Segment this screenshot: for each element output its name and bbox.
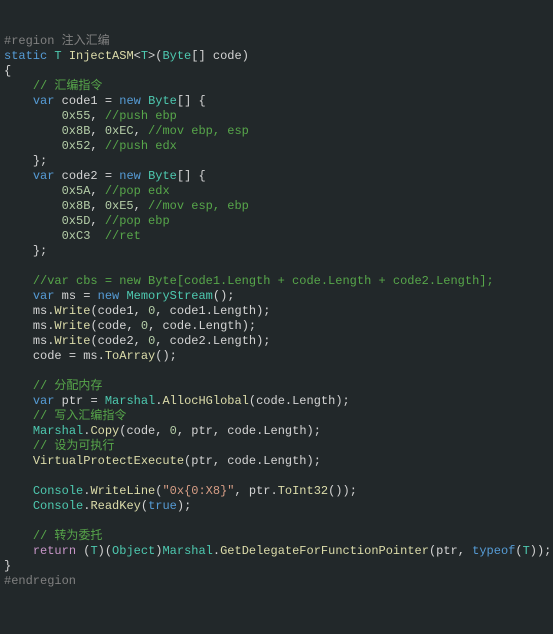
code-block: #region 注入汇编 static T InjectASM<T>(Byte[…	[4, 34, 549, 589]
comment: // 写入汇编指令	[33, 409, 127, 423]
region-label: 注入汇编	[54, 34, 109, 48]
comment: // 汇编指令	[33, 79, 103, 93]
comment: // 转为委托	[33, 529, 103, 543]
comment: //var cbs = new Byte[code1.Length + code…	[33, 274, 494, 288]
comment: // 分配内存	[33, 379, 103, 393]
comment: // 设为可执行	[33, 439, 115, 453]
region-directive: #region	[4, 34, 54, 48]
method-name: InjectASM	[69, 49, 134, 63]
endregion-directive: #endregion	[4, 574, 76, 588]
kw-static: static	[4, 49, 47, 63]
type-t: T	[54, 49, 61, 63]
